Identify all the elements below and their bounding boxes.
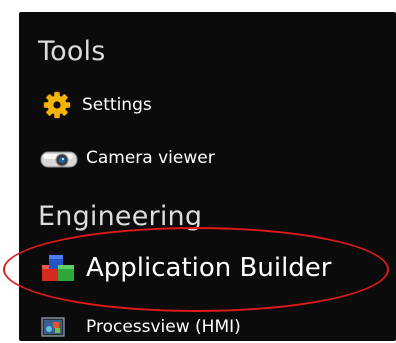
menu-item-application-builder[interactable]: Application Builder: [38, 251, 332, 285]
cubes-icon: [38, 251, 82, 285]
section-title-engineering: Engineering: [38, 201, 203, 232]
menu-item-label: Application Builder: [86, 253, 332, 283]
menu-item-processview-hmi[interactable]: Processview (HMI): [38, 315, 241, 339]
menu-item-label: Processview (HMI): [86, 317, 241, 337]
menu-item-settings[interactable]: Settings: [38, 90, 152, 120]
gear-icon: [38, 90, 78, 120]
menu-item-camera-viewer[interactable]: Camera viewer: [38, 143, 215, 173]
section-title-tools: Tools: [38, 36, 106, 67]
processview-icon: [38, 315, 82, 339]
camera-icon: [38, 143, 82, 173]
menu-item-label: Settings: [82, 95, 152, 115]
menu-item-label: Camera viewer: [86, 148, 215, 168]
